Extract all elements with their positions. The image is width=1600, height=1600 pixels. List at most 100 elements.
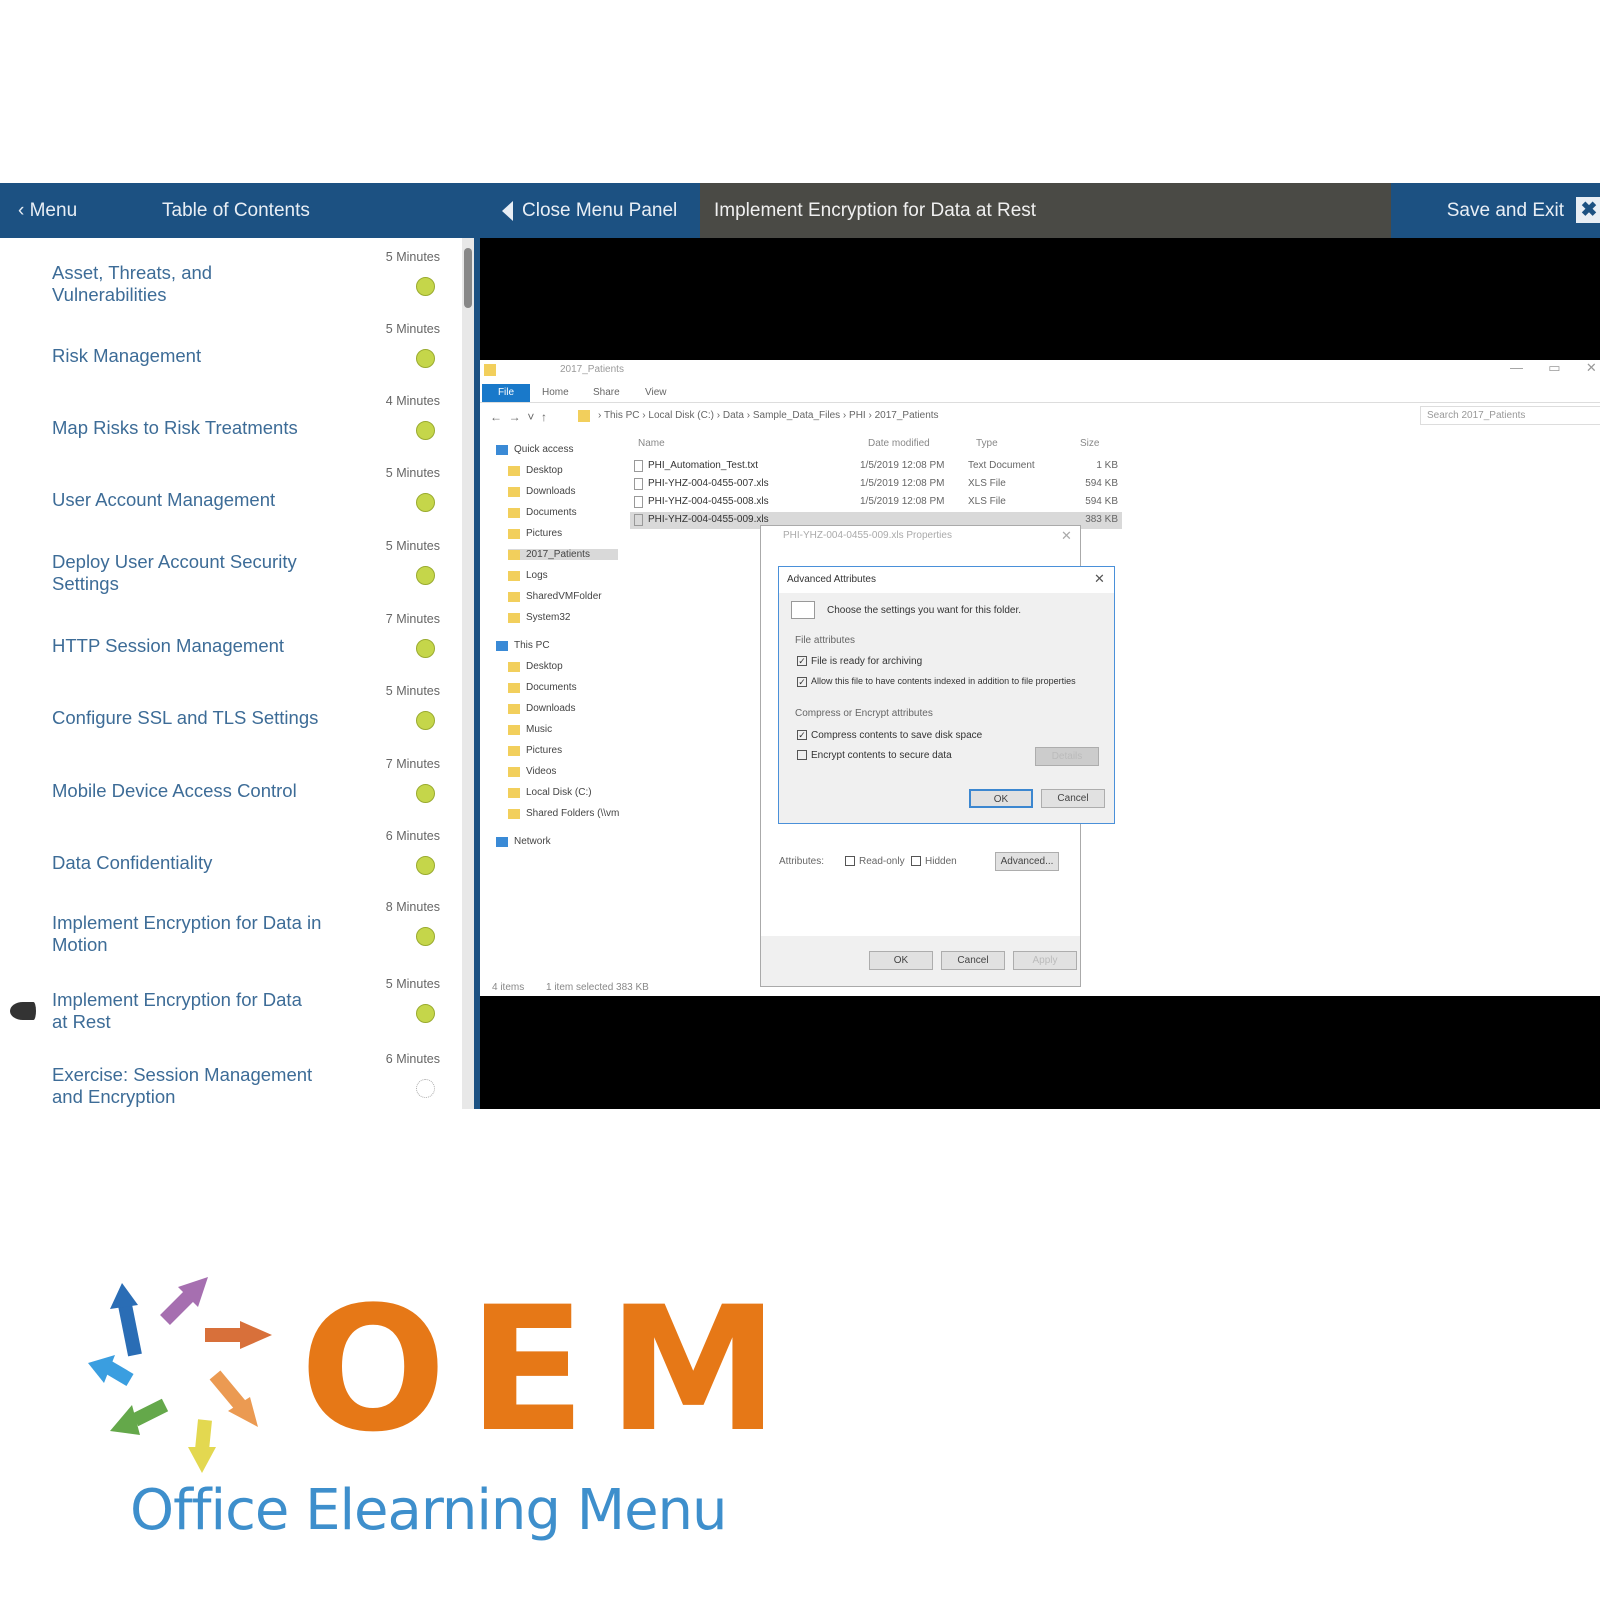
file-date: 1/5/2019 12:08 PM (860, 478, 945, 489)
nav-pane-item[interactable]: Network (496, 836, 551, 847)
archive-checkbox[interactable]: ✓ File is ready for archiving (797, 656, 922, 667)
nav-pane-item[interactable]: Downloads (508, 703, 575, 714)
nav-pane-item[interactable]: Documents (508, 507, 577, 518)
breadcrumb-item[interactable]: Local Disk (C:) (648, 410, 714, 421)
file-attributes-heading: File attributes (795, 635, 856, 646)
close-icon[interactable]: ✕ (1094, 571, 1105, 587)
advanced-title: Advanced Attributes (787, 574, 876, 585)
nav-pane-item[interactable]: Desktop (508, 465, 563, 476)
nav-item-label: Music (526, 724, 553, 735)
menu-button[interactable]: ‹ Menu (18, 183, 77, 238)
nav-item-label: Desktop (526, 465, 563, 476)
nav-item-label: Pictures (526, 745, 563, 756)
column-name[interactable]: Name (638, 438, 665, 449)
advanced-button[interactable]: Advanced... (995, 852, 1059, 871)
toc-item[interactable]: Implement Encryption for Data at Rest 5 M… (0, 975, 450, 1047)
nav-item-label: SharedVMFolder (526, 591, 602, 602)
search-input[interactable]: Search 2017_Patients (1420, 406, 1600, 425)
readonly-checkbox[interactable]: Read-only (845, 856, 905, 867)
ribbon-tab-file[interactable]: File (482, 384, 530, 402)
nav-pane-item[interactable]: System32 (508, 612, 570, 623)
toc-item[interactable]: Map Risks to Risk Treatments 4 Minutes (0, 392, 450, 464)
toc-scrollbar[interactable] (462, 238, 474, 1109)
nav-pane-item[interactable]: Quick access (496, 444, 573, 455)
encrypt-checkbox[interactable]: Encrypt contents to secure data (797, 750, 952, 761)
compress-checkbox[interactable]: ✓ Compress contents to save disk space (797, 730, 982, 741)
properties-title: PHI-YHZ-004-0455-009.xls Properties (783, 530, 952, 541)
toc-item[interactable]: Risk Management 5 Minutes (0, 320, 450, 392)
nav-pane-item[interactable]: Shared Folders (\\vm (508, 808, 619, 819)
breadcrumb-item[interactable]: PHI (849, 410, 866, 421)
ribbon-divider (480, 402, 1600, 403)
file-name: PHI-YHZ-004-0455-009.xls (648, 514, 769, 525)
nav-pane-item[interactable]: 2017_Patients (508, 549, 618, 560)
toc-item-label: Implement Encryption for Data in Motion (52, 912, 322, 955)
toc-item[interactable]: User Account Management 5 Minutes (0, 464, 450, 536)
toc-item-label: Mobile Device Access Control (52, 780, 297, 801)
completed-circle-icon (416, 566, 435, 585)
advanced-ok-button[interactable]: OK (969, 789, 1033, 808)
details-button[interactable]: Details (1035, 747, 1099, 766)
address-breadcrumb[interactable]: › This PC › Local Disk (C:) › Data › Sam… (598, 410, 939, 421)
toc-item[interactable]: Data Confidentiality 6 Minutes (0, 827, 450, 899)
chevron-left-icon: ‹ (18, 200, 30, 221)
window-controls-icon[interactable]: — ▭ ✕ (1510, 360, 1597, 376)
close-icon[interactable]: ✖ (1576, 197, 1600, 223)
index-checkbox[interactable]: ✓ Allow this file to have contents indexe… (797, 676, 1076, 687)
properties-ok-button[interactable]: OK (869, 951, 933, 970)
toc-item-duration: 5 Minutes (385, 684, 440, 698)
column-type[interactable]: Type (976, 438, 998, 449)
toc-item[interactable]: Implement Encryption for Data in Motion 8… (0, 898, 450, 970)
properties-apply-button[interactable]: Apply (1013, 951, 1077, 970)
file-row[interactable]: PHI-YHZ-004-0455-008.xls 1/5/2019 12:08 … (630, 494, 1122, 511)
file-row[interactable]: PHI-YHZ-004-0455-007.xls 1/5/2019 12:08 … (630, 476, 1122, 493)
toc-item[interactable]: Mobile Device Access Control 7 Minutes (0, 755, 450, 827)
ribbon-tab-view[interactable]: View (645, 387, 667, 398)
toc-item[interactable]: Asset, Threats, and Vulnerabilities 5 Min… (0, 248, 450, 320)
hidden-checkbox[interactable]: Hidden (911, 856, 957, 867)
nav-pane-item[interactable]: SharedVMFolder (508, 591, 602, 602)
breadcrumb-item[interactable]: This PC (604, 410, 640, 421)
toc-item[interactable]: HTTP Session Management 7 Minutes (0, 610, 450, 682)
nav-pane-item[interactable]: Pictures (508, 745, 562, 756)
ribbon-tab-share[interactable]: Share (593, 387, 620, 398)
ribbon-tab-home[interactable]: Home (542, 387, 569, 398)
nav-pane-item[interactable]: Documents (508, 682, 577, 693)
breadcrumb-item[interactable]: Data (723, 410, 744, 421)
advanced-cancel-button[interactable]: Cancel (1041, 789, 1105, 808)
toc-item-label: Map Risks to Risk Treatments (52, 417, 298, 438)
folder-icon (508, 746, 520, 756)
toc-scrollbar-thumb[interactable] (464, 248, 472, 308)
toc-item-duration: 5 Minutes (385, 322, 440, 336)
nav-pane-item[interactable]: Local Disk (C:) (508, 787, 592, 798)
properties-cancel-button[interactable]: Cancel (941, 951, 1005, 970)
file-name: PHI_Automation_Test.txt (648, 460, 759, 471)
column-date[interactable]: Date modified (868, 438, 930, 449)
nav-pane-item[interactable]: Logs (508, 570, 548, 581)
nav-pane-item[interactable]: Music (508, 724, 552, 735)
close-menu-panel-button[interactable]: Close Menu Panel (498, 183, 700, 238)
location-icon (496, 641, 508, 651)
nav-arrows-icon[interactable]: ← → ˅ ↑ (490, 410, 547, 424)
file-row[interactable]: PHI_Automation_Test.txt 1/5/2019 12:08 P… (630, 458, 1122, 475)
toc-item[interactable]: Configure SSL and TLS Settings 5 Minutes (0, 682, 450, 754)
nav-pane-item[interactable]: Videos (508, 766, 556, 777)
completed-circle-icon (416, 1004, 435, 1023)
breadcrumb-item[interactable]: 2017_Patients (875, 410, 939, 421)
file-icon (634, 478, 643, 490)
nav-pane-item[interactable]: This PC (496, 640, 550, 651)
save-and-exit-button[interactable]: Save and Exit (1391, 183, 1576, 238)
close-icon[interactable]: ✕ (1061, 528, 1072, 544)
nav-pane-item[interactable]: Desktop (508, 661, 563, 672)
nav-pane-item[interactable]: Pictures (508, 528, 562, 539)
toc-item[interactable]: Exercise: Session Management and Encrypt… (0, 1050, 450, 1109)
completed-circle-icon (416, 493, 435, 512)
file-name: PHI-YHZ-004-0455-008.xls (648, 496, 769, 507)
current-lesson-marker-icon (10, 1002, 36, 1020)
column-size[interactable]: Size (1080, 438, 1099, 449)
folder-icon (508, 508, 520, 518)
nav-pane-item[interactable]: Downloads (508, 486, 575, 497)
completed-circle-icon (416, 927, 435, 946)
toc-item[interactable]: Deploy User Account Security Settings 5 M… (0, 537, 450, 609)
breadcrumb-item[interactable]: Sample_Data_Files (753, 410, 840, 421)
